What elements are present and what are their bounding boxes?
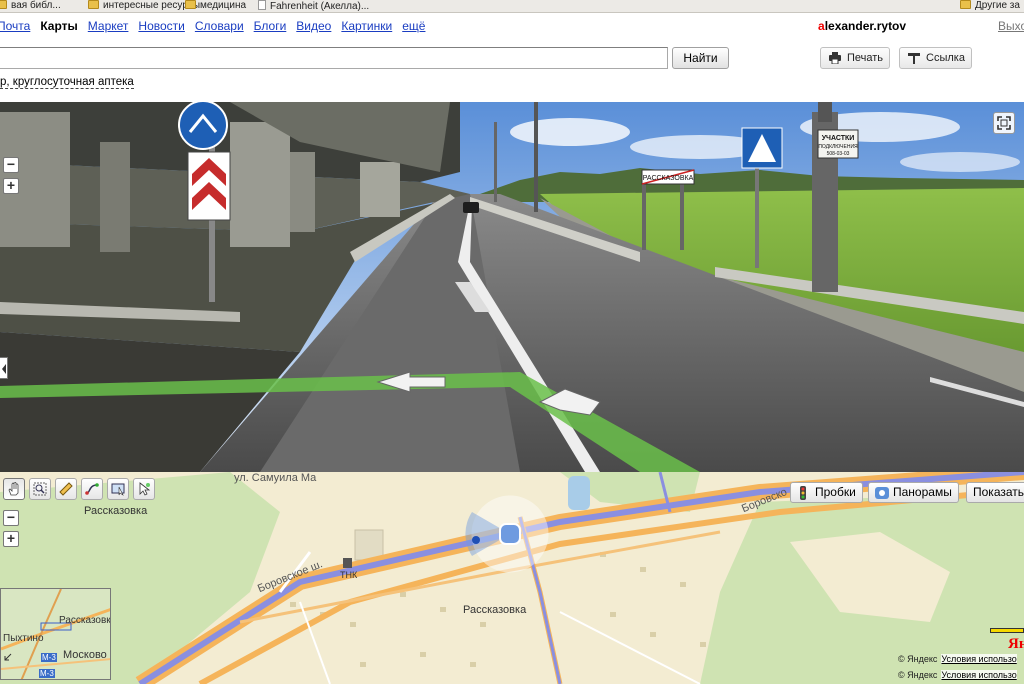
hand-icon [8,482,19,496]
link-icon [908,53,920,64]
terms-link-secondary[interactable]: Условия использо [941,670,1017,680]
zoom-area-tool-button[interactable] [29,478,51,500]
ruler-tool-button[interactable] [55,478,77,500]
map-view[interactable]: − + Пробки Панорамы Показать Рассказовка… [0,472,1024,684]
scale-bar [990,628,1024,633]
nav-video[interactable]: Видео [296,19,331,33]
minimap-highway-badge: М-3 [39,669,55,678]
map-copyright: © Яндекс Условия использо [898,654,1017,664]
map-zoom-out-button[interactable]: − [3,510,19,526]
minimap-label: Пыхтино [3,633,44,644]
nav-market[interactable]: Маркет [88,19,129,33]
map-canvas [0,472,1024,684]
pano-zoom-out-button[interactable]: − [3,157,19,173]
plot-sign-line2: ПОДКЛЮЧЕНИЯ [818,144,858,150]
magnifier-icon [33,482,47,496]
map-zoom-in-button[interactable]: + [3,531,19,547]
map-copyright-secondary: © Яндекс Условия использо [898,670,1017,680]
nav-mail[interactable]: Почта [0,19,30,33]
page-icon [258,0,266,10]
triangle-left-icon [2,364,6,374]
nav-news[interactable]: Новости [138,19,184,33]
bookmark-item[interactable]: медицина [185,0,246,11]
minimap-label: Москово [63,649,107,661]
route-tool-button[interactable] [81,478,103,500]
bookmarks-bar: вая библ... интересные ресурсы медицина … [0,0,1024,13]
terms-link[interactable]: Условия использо [941,654,1017,664]
user-login[interactable]: alexander.rytov [818,19,906,33]
street-panorama[interactable]: РАССКАЗОВКА УЧАСТКИ ПОДКЛЮЧЕНИЯ 508-03-0… [0,102,1024,472]
route-icon [85,483,99,495]
pointer-tool-button[interactable] [133,478,155,500]
pano-zoom-in-button[interactable]: + [3,178,19,194]
bookmark-item[interactable]: Fahrenheit (Акелла)... [258,0,369,12]
overview-minimap[interactable]: Рассказовка Пыхтино Москово М-3 М-3 [0,588,111,680]
cursor-icon [139,482,151,496]
folder-icon [185,0,196,9]
panorama-icon [875,487,889,499]
nav-dictionaries[interactable]: Словари [195,19,244,33]
collapse-arrow-icon[interactable] [4,653,12,661]
panorama-image: РАССКАЗОВКА УЧАСТКИ ПОДКЛЮЧЕНИЯ 508-03-0… [0,102,1024,472]
folder-icon [0,0,7,9]
map-label-village-top: Рассказовка [84,505,148,517]
link-button[interactable]: Ссылка [899,47,972,69]
traffic-layer-button[interactable]: Пробки [790,482,863,503]
find-button[interactable]: Найти [672,47,729,69]
bookmark-item[interactable]: интересные ресурсы [88,0,200,11]
pano-left-arrow-button[interactable] [0,357,8,379]
bookmark-item[interactable]: Другие за [960,0,1020,11]
print-button[interactable]: Печать [820,47,890,69]
monitor-icon [111,483,125,496]
print-area-tool-button[interactable] [107,478,129,500]
ruler-icon [59,482,73,496]
plot-sign-line1: УЧАСТКИ [822,135,855,142]
yandex-logo: Ян [1008,636,1024,652]
folder-icon [960,0,971,9]
hand-tool-button[interactable] [3,478,25,500]
search-example[interactable]: р, круглосуточная аптека [0,76,134,89]
logout-link[interactable]: Выхо [998,19,1024,33]
map-label-gas-station: ТНК [340,570,358,580]
service-nav: Почта Карты Маркет Новости Словари Блоги Видео… [0,19,435,33]
plot-sign-line3: 508-03-03 [827,151,850,157]
nav-more[interactable]: ещё [402,19,425,33]
folder-icon [88,0,99,9]
bookmark-item[interactable]: вая библ... [0,0,61,11]
search-input[interactable] [0,47,668,69]
browser-viewport: вая библ... интересные ресурсы медицина … [0,0,1024,684]
map-label-street: ул. Самуила Ма [234,472,317,484]
traffic-light-icon [800,486,806,500]
minimap-highway-badge: М-3 [41,653,57,662]
nav-images[interactable]: Картинки [341,19,392,33]
expand-icon [997,116,1011,130]
map-label-village-center: Рассказовка [463,604,527,616]
fullscreen-button[interactable] [993,112,1015,134]
minimap-label: Рассказовка [59,615,111,626]
panoramas-layer-button[interactable]: Панорамы [868,482,959,503]
town-sign-text: РАССКАЗОВКА [643,175,694,182]
printer-icon [829,52,841,64]
nav-maps: Карты [40,19,78,33]
nav-blogs[interactable]: Блоги [254,19,287,33]
show-layers-button[interactable]: Показать [966,482,1024,503]
